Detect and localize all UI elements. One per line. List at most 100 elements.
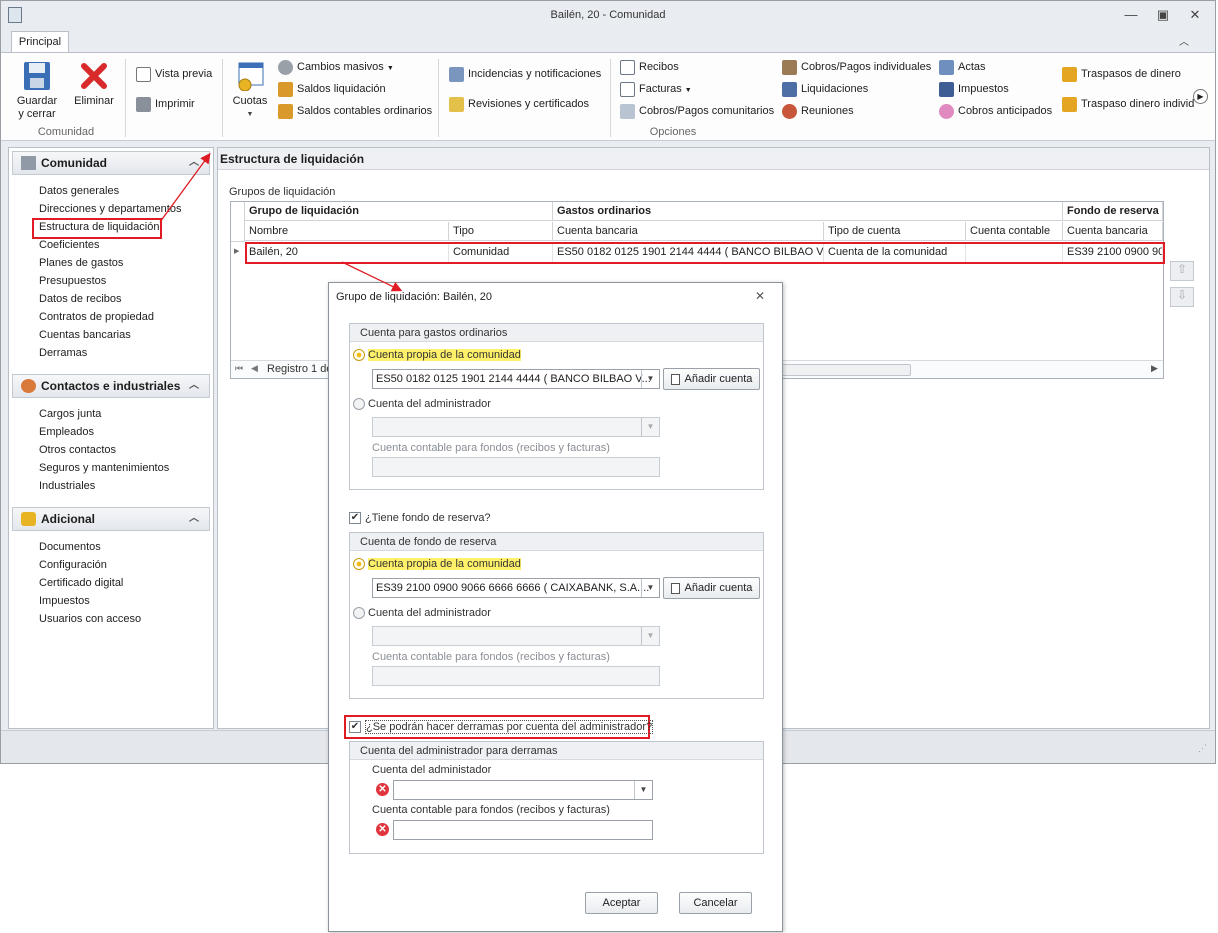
- sidebar-item-comunidad-9[interactable]: Derramas: [39, 344, 87, 362]
- collapse-ribbon-icon[interactable]: ︿: [1179, 33, 1189, 48]
- col-tipo[interactable]: Tipo: [449, 222, 553, 241]
- cobros-pagos-comunitarios-button[interactable]: Cobros/Pagos comunitarios: [620, 101, 774, 121]
- sidebar-item-comunidad-6[interactable]: Datos de recibos: [39, 290, 122, 308]
- new-document-icon: [670, 373, 680, 385]
- piggy-bank-icon: [939, 103, 954, 119]
- save-close-button[interactable]: Guardar y cerrar: [11, 61, 63, 121]
- saldos-liquidacion-button[interactable]: Saldos liquidación: [278, 79, 386, 99]
- sidebar-item-contactos-2[interactable]: Otros contactos: [39, 441, 116, 459]
- cambios-masivos-button[interactable]: Cambios masivos ▼: [278, 57, 394, 77]
- delete-label: Eliminar: [74, 95, 114, 107]
- chevron-down-icon[interactable]: ▼: [641, 370, 659, 388]
- delete-button[interactable]: Eliminar: [69, 61, 119, 108]
- tab-principal[interactable]: Principal: [11, 31, 69, 53]
- sidebar-item-comunidad-7[interactable]: Contratos de propiedad: [39, 308, 154, 326]
- maximize-icon[interactable]: ▣: [1153, 6, 1173, 24]
- saldos-contables-button[interactable]: Saldos contables ordinarios: [278, 101, 432, 121]
- sidebar-item-comunidad-1[interactable]: Direcciones y departamentos: [39, 200, 181, 218]
- sidebar-item-comunidad-8[interactable]: Cuentas bancarias: [39, 326, 131, 344]
- radio-gastos-propia[interactable]: Cuenta propia de la comunidad: [353, 349, 521, 362]
- incidencias-button[interactable]: Incidencias y notificaciones: [449, 64, 601, 84]
- dialog-close-icon[interactable]: ✕: [755, 289, 765, 303]
- col-fondo-cuenta[interactable]: Cuenta bancaria: [1063, 222, 1163, 241]
- traspaso-dinero-individ-button[interactable]: Traspaso dinero individ: [1062, 94, 1194, 114]
- chevron-down-icon[interactable]: ▼: [634, 781, 652, 799]
- traspasos-dinero-button[interactable]: Traspasos de dinero: [1062, 64, 1181, 84]
- section-header-adicional[interactable]: Adicional ︿: [12, 507, 210, 531]
- derramas-checkbox[interactable]: ✔ ¿Se podrán hacer derramas por cuenta de…: [349, 720, 654, 734]
- scroll-right-icon[interactable]: ▶: [1151, 363, 1158, 374]
- actas-button[interactable]: Actas: [939, 57, 986, 77]
- vista-previa-button[interactable]: Vista previa: [136, 64, 212, 84]
- chevron-up-icon[interactable]: ︿: [189, 152, 199, 174]
- cuotas-label: Cuotas: [232, 95, 268, 107]
- liquidaciones-button[interactable]: Liquidaciones: [782, 79, 868, 99]
- radio-fondo-propia[interactable]: Cuenta propia de la comunidad: [353, 558, 521, 571]
- sidebar-item-contactos-3[interactable]: Seguros y mantenimientos: [39, 459, 169, 477]
- chevron-up-icon[interactable]: ︿: [189, 375, 199, 397]
- sidebar-item-adicional-4[interactable]: Usuarios con acceso: [39, 610, 141, 628]
- sidebar-item-comunidad-0[interactable]: Datos generales: [39, 182, 119, 200]
- tiene-fondo-checkbox[interactable]: ✔ ¿Tiene fondo de reserva?: [349, 512, 491, 525]
- impuestos-button[interactable]: Impuestos: [939, 79, 1009, 99]
- fondo-add-account-button[interactable]: Añadir cuenta: [663, 577, 760, 599]
- section-header-comunidad[interactable]: Comunidad ︿: [12, 151, 210, 175]
- sidebar-item-adicional-2[interactable]: Certificado digital: [39, 574, 123, 592]
- derramas-contable-field[interactable]: [393, 820, 653, 840]
- ribbon-scroll-right-icon[interactable]: ▶: [1193, 89, 1208, 104]
- fondo-cuenta-combo[interactable]: ES39 2100 0900 9066 6666 6666 ( CAIXABAN…: [372, 578, 660, 598]
- cobros-pagos-individuales-button[interactable]: Cobros/Pagos individuales: [782, 57, 931, 77]
- liquidaciones-label: Liquidaciones: [801, 83, 869, 95]
- close-icon[interactable]: ✕: [1185, 6, 1205, 24]
- cancelar-button[interactable]: Cancelar: [679, 892, 752, 914]
- gastos-contable-field[interactable]: [372, 457, 660, 477]
- fondo-contable-field[interactable]: [372, 666, 660, 686]
- tax-icon: [939, 81, 954, 97]
- aceptar-button[interactable]: Aceptar: [585, 892, 658, 914]
- col-cuenta-bancaria[interactable]: Cuenta bancaria: [553, 222, 824, 241]
- imprimir-label: Imprimir: [155, 98, 195, 110]
- col-cuenta-contable[interactable]: Cuenta contable: [966, 222, 1063, 241]
- revisiones-button[interactable]: Revisiones y certificados: [449, 94, 589, 114]
- sidebar-item-adicional-3[interactable]: Impuestos: [39, 592, 90, 610]
- move-down-button[interactable]: ⇩: [1170, 287, 1194, 307]
- facturas-button[interactable]: Facturas ▼: [620, 79, 692, 99]
- radio-selected-icon: [353, 558, 365, 571]
- radio-unselected-icon: [353, 607, 365, 620]
- gastos-admin-combo[interactable]: ▼: [372, 417, 660, 437]
- section-header-contactos[interactable]: Contactos e industriales ︿: [12, 374, 210, 398]
- sidebar-item-contactos-0[interactable]: Cargos junta: [39, 405, 101, 423]
- gastos-add-account-button[interactable]: Añadir cuenta: [663, 368, 760, 390]
- fieldset-fondo: Cuenta de fondo de reserva Cuenta propia…: [349, 532, 764, 699]
- sidebar-item-comunidad-4[interactable]: Planes de gastos: [39, 254, 123, 272]
- fondo-admin-combo[interactable]: ▼: [372, 626, 660, 646]
- move-up-button[interactable]: ⇧: [1170, 261, 1194, 281]
- sidebar-item-contactos-4[interactable]: Industriales: [39, 477, 95, 495]
- sidebar-item-adicional-1[interactable]: Configuración: [39, 556, 107, 574]
- cambios-masivos-label: Cambios masivos: [297, 61, 384, 73]
- prev-page-icon[interactable]: ◀: [251, 363, 258, 374]
- derramas-admin-combo[interactable]: ▼: [393, 780, 653, 800]
- fieldset-derramas: Cuenta del administrador para derramas C…: [349, 741, 764, 854]
- radio-fondo-admin[interactable]: Cuenta del administrador: [353, 607, 491, 620]
- chevron-up-icon[interactable]: ︿: [189, 508, 199, 530]
- cobros-anticipados-button[interactable]: Cobros anticipados: [939, 101, 1052, 121]
- cuotas-button[interactable]: Cuotas ▼: [229, 61, 271, 121]
- gastos-cuenta-combo[interactable]: ES50 0182 0125 1901 2144 4444 ( BANCO BI…: [372, 369, 660, 389]
- col-nombre[interactable]: Nombre: [245, 222, 449, 241]
- sidebar-item-comunidad-5[interactable]: Presupuestos: [39, 272, 106, 290]
- minimize-icon[interactable]: —: [1121, 6, 1141, 24]
- error-icon: ✕: [376, 783, 389, 796]
- fieldset-derramas-header: Cuenta del administrador para derramas: [350, 742, 763, 760]
- col-tipo-cuenta[interactable]: Tipo de cuenta: [824, 222, 966, 241]
- sidebar-item-adicional-0[interactable]: Documentos: [39, 538, 101, 556]
- first-page-icon[interactable]: ⏮: [235, 363, 243, 374]
- resize-grip-icon[interactable]: ⋰: [1198, 743, 1207, 754]
- radio-gastos-admin[interactable]: Cuenta del administrador: [353, 398, 491, 411]
- chevron-down-icon[interactable]: ▼: [641, 579, 659, 597]
- reuniones-button[interactable]: Reuniones: [782, 101, 854, 121]
- imprimir-button[interactable]: Imprimir: [136, 94, 195, 114]
- recibos-button[interactable]: Recibos: [620, 57, 679, 77]
- sidebar-item-contactos-1[interactable]: Empleados: [39, 423, 94, 441]
- contacts-icon: [21, 379, 36, 393]
